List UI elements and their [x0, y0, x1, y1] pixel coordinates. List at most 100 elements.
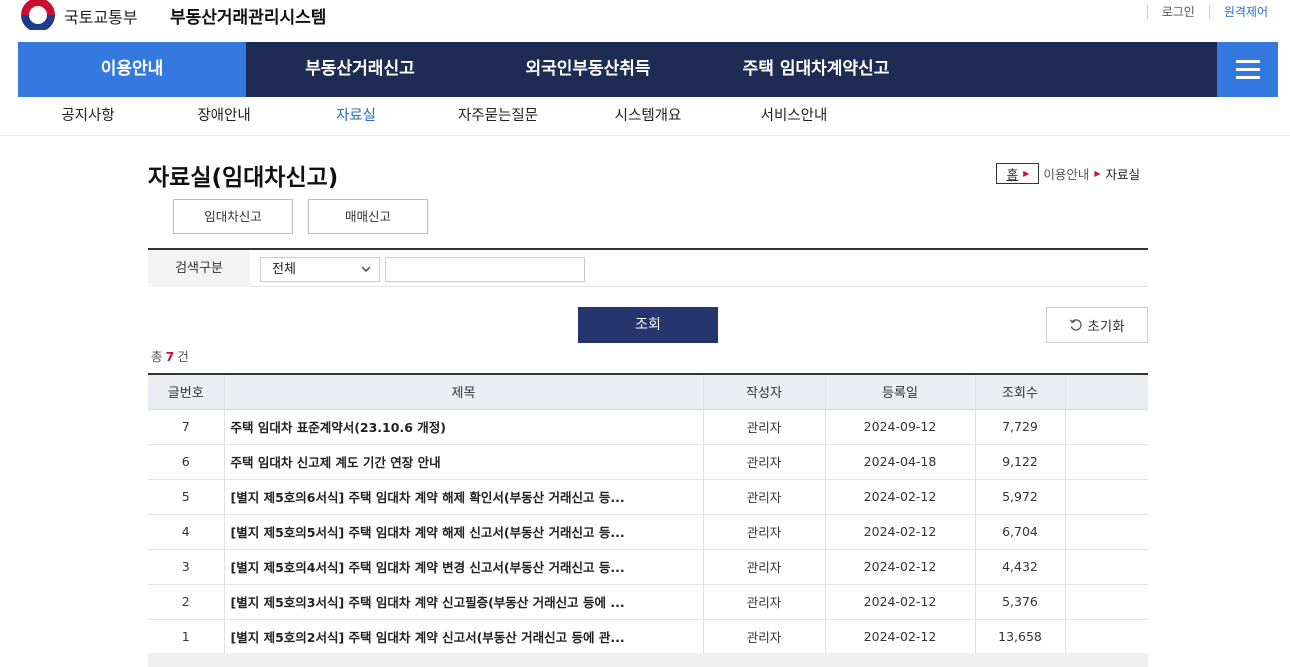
- global-nav: 이용안내 부동산거래신고 외국인부동산취득 주택 임대차계약신고: [18, 42, 1278, 97]
- row-date: 2024-02-12: [825, 549, 976, 585]
- row-date: 2024-02-12: [825, 514, 976, 550]
- row-author: 관리자: [703, 619, 826, 655]
- table-row[interactable]: 3 [별지 제5호의4서식] 주택 임대차 계약 변경 신고서(부동산 거래신고…: [148, 549, 1148, 585]
- sub-nav: 공지사항 장애안내 자료실 자주묻는질문 시스템개요 서비스안내: [0, 97, 1290, 136]
- top-bar: 국토교통부 부동산거래관리시스템 로그인 원격제어: [0, 0, 1290, 42]
- row-author: 관리자: [703, 409, 826, 445]
- government-emblem-logo[interactable]: [18, 0, 58, 30]
- row-author: 관리자: [703, 479, 826, 515]
- column-header-empty: [1065, 375, 1148, 410]
- total-count: 총7건: [151, 346, 189, 365]
- search-panel: 검색구분 전체: [148, 248, 1148, 287]
- column-header-date: 등록일: [825, 375, 976, 410]
- gnb-item-lease-report[interactable]: 주택 임대차계약신고: [702, 42, 930, 97]
- row-title-link[interactable]: 주택 임대차 신고제 계도 기간 연장 안내: [224, 444, 704, 480]
- row-empty-cell: [1065, 584, 1148, 620]
- column-header-no: 글번호: [148, 375, 225, 410]
- row-views: 5,376: [975, 584, 1066, 620]
- breadcrumb-home[interactable]: 홈 ▶: [995, 163, 1040, 184]
- search-category-label: 검색구분: [148, 250, 250, 287]
- table-row[interactable]: 2 [별지 제5호의3서식] 주택 임대차 계약 신고필증(부동산 거래신고 등…: [148, 584, 1148, 620]
- row-empty-cell: [1065, 619, 1148, 655]
- column-header-author: 작성자: [703, 375, 826, 410]
- caret-right-icon: ▶: [1023, 169, 1030, 178]
- row-no: 2: [148, 584, 225, 620]
- row-views: 5,972: [975, 479, 1066, 515]
- lnb-item-outage[interactable]: 장애안내: [184, 97, 264, 135]
- row-no: 6: [148, 444, 225, 480]
- chevron-down-icon: [361, 266, 371, 272]
- column-header-views: 조회수: [975, 375, 1066, 410]
- breadcrumb-home-label: 홈: [1006, 167, 1019, 182]
- search-category-value: 전체: [272, 262, 296, 277]
- lnb-item-archive[interactable]: 자료실: [316, 97, 396, 135]
- utility-links: 로그인 원격제어: [1146, 5, 1268, 19]
- row-views: 4,432: [975, 549, 1066, 585]
- row-title-link[interactable]: [별지 제5호의2서식] 주택 임대차 계약 신고서(부동산 거래신고 등에 관…: [224, 619, 704, 655]
- row-title-link[interactable]: [별지 제5호의3서식] 주택 임대차 계약 신고필증(부동산 거래신고 등에 …: [224, 584, 704, 620]
- row-views: 6,704: [975, 514, 1066, 550]
- table-row[interactable]: 5 [별지 제5호의6서식] 주택 임대차 계약 해제 확인서(부동산 거래신고…: [148, 479, 1148, 515]
- table-row[interactable]: 1 [별지 제5호의2서식] 주택 임대차 계약 신고서(부동산 거래신고 등에…: [148, 619, 1148, 655]
- tab-sale-report[interactable]: 매매신고: [308, 199, 428, 234]
- reset-icon: [1070, 319, 1083, 331]
- total-prefix: 총: [151, 349, 163, 364]
- system-title[interactable]: 부동산거래관리시스템: [170, 3, 326, 28]
- search-button[interactable]: 조회: [578, 307, 718, 343]
- search-input[interactable]: [385, 257, 585, 282]
- row-title-link[interactable]: 주택 임대차 표준계약서(23.10.6 개정): [224, 409, 704, 445]
- lnb-item-service-guide[interactable]: 서비스안내: [744, 97, 844, 135]
- row-empty-cell: [1065, 409, 1148, 445]
- row-views: 7,729: [975, 409, 1066, 445]
- archive-table: 글번호 제목 작성자 등록일 조회수 7 주택 임대차 표준계약서(23.10.…: [148, 373, 1148, 655]
- tab-lease-report[interactable]: 임대차신고: [173, 199, 293, 234]
- row-views: 9,122: [975, 444, 1066, 480]
- ministry-name[interactable]: 국토교통부: [64, 4, 138, 28]
- row-author: 관리자: [703, 549, 826, 585]
- breadcrumb-current: 자료실: [1105, 167, 1140, 182]
- lnb-item-system-overview[interactable]: 시스템개요: [598, 97, 698, 135]
- breadcrumb-parent[interactable]: 이용안내: [1043, 164, 1089, 183]
- row-date: 2024-02-12: [825, 479, 976, 515]
- row-date: 2024-04-18: [825, 444, 976, 480]
- table-footer-strip: [148, 653, 1148, 667]
- search-category-select[interactable]: 전체: [260, 257, 380, 282]
- menu-icon[interactable]: [1217, 42, 1278, 97]
- table-row[interactable]: 6 주택 임대차 신고제 계도 기간 연장 안내 관리자 2024-04-18 …: [148, 444, 1148, 480]
- row-empty-cell: [1065, 479, 1148, 515]
- table-row[interactable]: 4 [별지 제5호의5서식] 주택 임대차 계약 해제 신고서(부동산 거래신고…: [148, 514, 1148, 550]
- row-empty-cell: [1065, 514, 1148, 550]
- caret-right-icon: ▶: [1094, 169, 1101, 178]
- row-no: 5: [148, 479, 225, 515]
- table-header-row: 글번호 제목 작성자 등록일 조회수: [148, 375, 1148, 410]
- row-title-link[interactable]: [별지 제5호의5서식] 주택 임대차 계약 해제 신고서(부동산 거래신고 등…: [224, 514, 704, 550]
- row-title-link[interactable]: [별지 제5호의4서식] 주택 임대차 계약 변경 신고서(부동산 거래신고 등…: [224, 549, 704, 585]
- lnb-item-faq[interactable]: 자주묻는질문: [443, 97, 553, 135]
- row-title-link[interactable]: [별지 제5호의6서식] 주택 임대차 계약 해제 확인서(부동산 거래신고 등…: [224, 479, 704, 515]
- login-link[interactable]: 로그인: [1146, 5, 1209, 19]
- row-no: 1: [148, 619, 225, 655]
- row-no: 3: [148, 549, 225, 585]
- table-row[interactable]: 7 주택 임대차 표준계약서(23.10.6 개정) 관리자 2024-09-1…: [148, 409, 1148, 445]
- row-views: 13,658: [975, 619, 1066, 655]
- row-empty-cell: [1065, 549, 1148, 585]
- lnb-item-notice[interactable]: 공지사항: [48, 97, 128, 135]
- row-date: 2024-09-12: [825, 409, 976, 445]
- row-author: 관리자: [703, 584, 826, 620]
- row-empty-cell: [1065, 444, 1148, 480]
- page-title: 자료실(임대차신고): [148, 165, 339, 191]
- gnb-item-foreigner-acquisition[interactable]: 외국인부동산취득: [474, 42, 702, 97]
- remote-control-link[interactable]: 원격제어: [1208, 5, 1268, 19]
- row-no: 7: [148, 409, 225, 445]
- row-date: 2024-02-12: [825, 584, 976, 620]
- total-suffix: 건: [177, 349, 189, 364]
- row-no: 4: [148, 514, 225, 550]
- total-number: 7: [165, 349, 175, 364]
- breadcrumb: 홈 ▶ 이용안내 ▶ 자료실: [995, 163, 1140, 184]
- row-author: 관리자: [703, 444, 826, 480]
- reset-button-label: 초기화: [1087, 319, 1125, 335]
- column-header-title: 제목: [224, 375, 704, 410]
- reset-button[interactable]: 초기화: [1046, 307, 1148, 343]
- gnb-item-real-estate-report[interactable]: 부동산거래신고: [246, 42, 474, 97]
- gnb-item-guide[interactable]: 이용안내: [18, 42, 246, 97]
